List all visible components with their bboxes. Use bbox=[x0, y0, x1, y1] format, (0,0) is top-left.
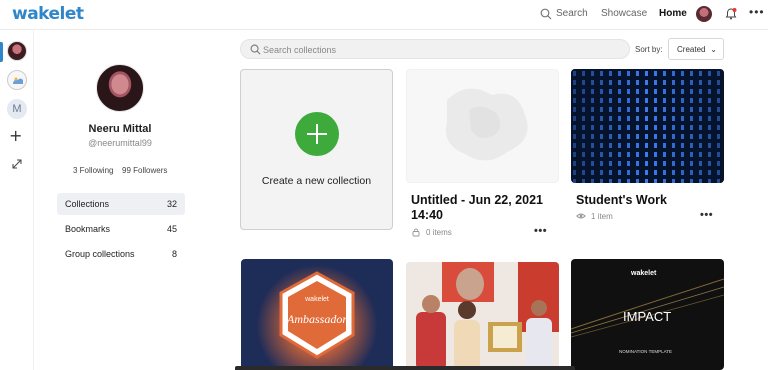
add-collection-plus-icon bbox=[295, 112, 339, 156]
impact-word-text: IMPACT bbox=[623, 309, 671, 324]
menu-item-collections[interactable]: Collections 32 bbox=[57, 193, 185, 215]
placeholder-image bbox=[445, 88, 528, 161]
space-icon bbox=[13, 77, 23, 84]
collection-title[interactable]: Student's Work bbox=[576, 193, 716, 208]
rail-add-button[interactable]: + bbox=[9, 126, 22, 145]
binary-code-image bbox=[571, 69, 724, 183]
menu-item-group-collections[interactable]: Group collections 8 bbox=[57, 243, 185, 265]
collection-more-button[interactable]: ••• bbox=[534, 225, 547, 237]
collection-thumbnail-impact[interactable]: wakelet IMPACT NOMINATION TEMPLATE bbox=[571, 259, 724, 370]
sort-value: Created bbox=[677, 45, 706, 54]
notification-bell-icon[interactable] bbox=[724, 7, 738, 21]
ambassador-word-text: Ambassador bbox=[286, 312, 347, 326]
followers-count[interactable]: 99 Followers bbox=[122, 166, 167, 175]
create-collection-card[interactable]: Create a new collection bbox=[240, 69, 393, 230]
impact-brand-text: wakelet bbox=[630, 270, 657, 277]
collection-thumbnail-students-work[interactable] bbox=[571, 69, 724, 183]
menu-item-count: 45 bbox=[166, 224, 177, 234]
nav-showcase-link[interactable]: Showcase bbox=[601, 8, 647, 19]
profile-name: Neeru Mittal bbox=[88, 123, 152, 135]
top-bar: wakelet Search Showcase Home ••• bbox=[0, 0, 768, 30]
search-collections-box bbox=[240, 39, 630, 59]
bottom-overlay-bar bbox=[235, 366, 575, 370]
impact-template-image: wakelet IMPACT NOMINATION TEMPLATE bbox=[571, 270, 724, 354]
profile-avatar bbox=[96, 64, 144, 112]
menu-item-label: Bookmarks bbox=[65, 224, 111, 234]
ambassador-badge-image: wakelet Ambassador bbox=[279, 271, 355, 359]
menu-item-label: Group collections bbox=[65, 249, 135, 259]
collection-item-count: 0 items bbox=[426, 228, 452, 237]
nav-home-link[interactable]: Home bbox=[659, 8, 687, 19]
menu-item-count: 32 bbox=[166, 199, 177, 209]
collection-thumbnail-award-photo[interactable] bbox=[406, 262, 559, 370]
chevron-down-icon: ⌄ bbox=[710, 45, 717, 54]
lock-icon bbox=[412, 228, 420, 237]
search-collections-input[interactable] bbox=[263, 42, 623, 57]
following-count[interactable]: 3 Following bbox=[73, 166, 113, 175]
collection-thumbnail-untitled[interactable] bbox=[406, 69, 559, 183]
collection-thumbnail-ambassador[interactable]: wakelet Ambassador bbox=[241, 259, 393, 370]
rail-profile-avatar[interactable] bbox=[7, 41, 27, 61]
search-icon[interactable] bbox=[540, 8, 552, 20]
menu-item-bookmarks[interactable]: Bookmarks 45 bbox=[57, 218, 185, 240]
sort-label: Sort by: bbox=[635, 45, 663, 54]
ambassador-brand-text: wakelet bbox=[304, 296, 329, 303]
collection-title[interactable]: Untitled - Jun 22, 2021 14:40 bbox=[411, 193, 551, 223]
menu-item-count: 8 bbox=[171, 249, 177, 259]
rail-active-indicator bbox=[0, 42, 3, 62]
collection-more-button[interactable]: ••• bbox=[700, 209, 713, 221]
impact-subtitle-text: NOMINATION TEMPLATE bbox=[619, 349, 672, 354]
collection-item-count: 1 item bbox=[591, 212, 613, 221]
user-avatar[interactable] bbox=[696, 6, 712, 22]
nav-search-link[interactable]: Search bbox=[556, 8, 588, 19]
award-ceremony-image bbox=[406, 262, 559, 370]
create-collection-label: Create a new collection bbox=[261, 175, 372, 187]
sort-select[interactable]: Created ⌄ bbox=[668, 38, 724, 60]
profile-handle: @neerumittal99 bbox=[88, 138, 152, 148]
expand-icon[interactable] bbox=[11, 158, 23, 170]
more-options-button[interactable]: ••• bbox=[749, 5, 765, 19]
search-icon bbox=[250, 44, 261, 55]
menu-item-label: Collections bbox=[65, 199, 110, 209]
eye-icon bbox=[576, 213, 586, 219]
wakelet-logo[interactable]: wakelet bbox=[12, 4, 84, 24]
rail-space-button[interactable] bbox=[7, 70, 27, 90]
rail-space-m[interactable]: M bbox=[7, 99, 27, 119]
